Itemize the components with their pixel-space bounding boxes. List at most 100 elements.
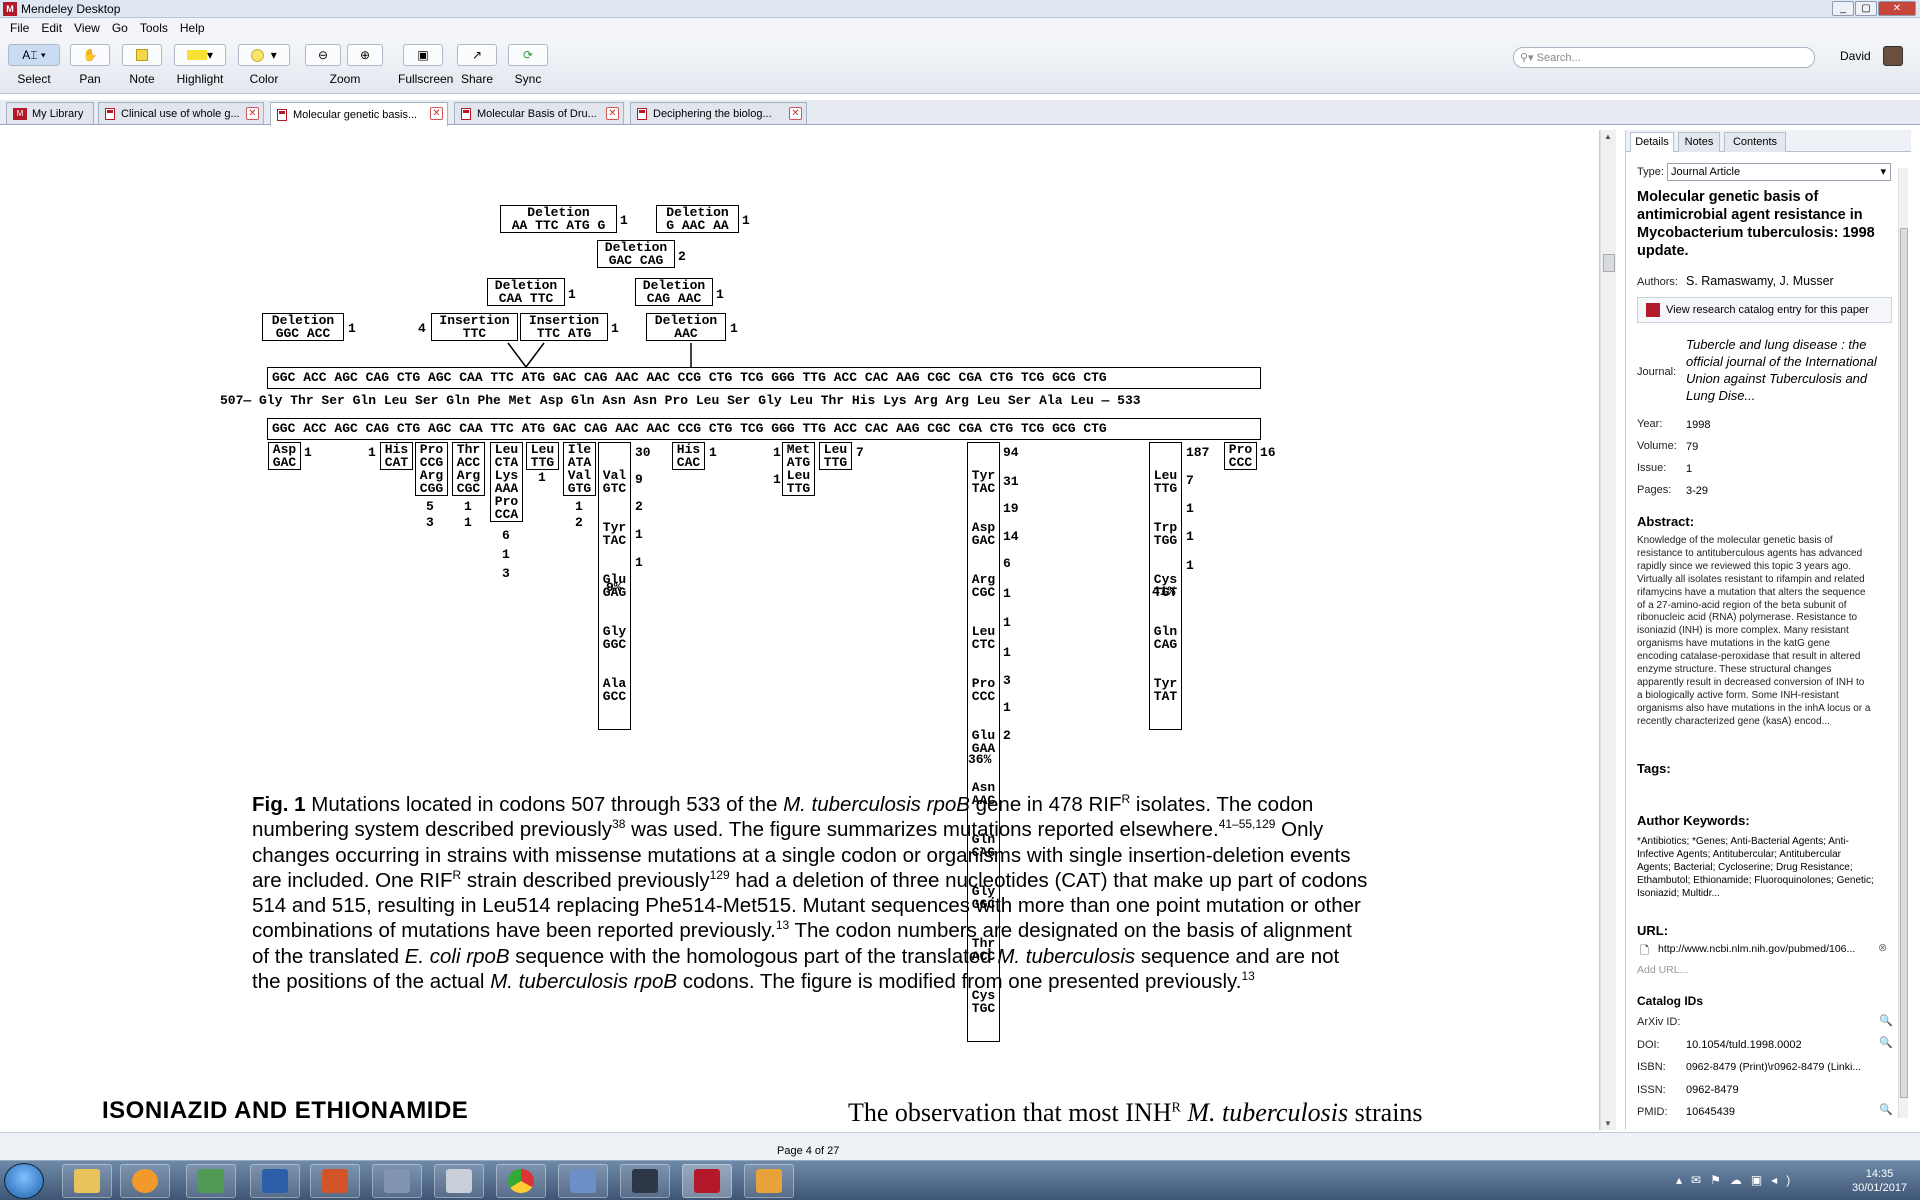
- mutation-box: Leu CTA Lys AAA Pro CCA: [490, 442, 523, 522]
- count-label: 187: [1186, 445, 1210, 460]
- tab-molecular-basis[interactable]: Molecular Basis of Dru... ✕: [454, 102, 624, 124]
- close-window-button[interactable]: ✕: [1878, 1, 1916, 16]
- keywords-text[interactable]: *Antibiotics; *Genes; Anti-Bacterial Age…: [1637, 835, 1877, 900]
- zoom-in-icon[interactable]: ⊕: [347, 44, 383, 66]
- search-input[interactable]: ⚲▾ Search...: [1513, 47, 1815, 68]
- count-label: 7: [1186, 473, 1194, 488]
- app-taskbar-icon[interactable]: [434, 1164, 484, 1198]
- authors-label: Authors:: [1637, 276, 1678, 288]
- close-tab-icon[interactable]: ✕: [430, 107, 443, 120]
- menu-go[interactable]: Go: [106, 21, 134, 35]
- type-select[interactable]: Journal Article: [1667, 163, 1891, 181]
- clock[interactable]: 14:35 30/01/2017: [1852, 1167, 1907, 1195]
- system-tray-icons[interactable]: ▴✉⚑☁▣◂): [1676, 1173, 1799, 1187]
- menu-help[interactable]: Help: [174, 21, 211, 35]
- lookup-pmid-icon[interactable]: 🔍: [1879, 1103, 1893, 1116]
- count-label: 1: [635, 527, 643, 542]
- title-bar: M Mendeley Desktop _ ▢ ✕: [0, 0, 1920, 18]
- close-tab-icon[interactable]: ✕: [246, 107, 259, 120]
- authors-value[interactable]: S. Ramaswamy, J. Musser: [1686, 274, 1834, 288]
- issue-value[interactable]: 1: [1686, 463, 1692, 475]
- mutation-box: His CAC: [672, 442, 705, 470]
- body-text-start: The observation that most INHR M. tuberc…: [848, 1098, 1423, 1127]
- zoom-out-icon[interactable]: ⊖: [305, 44, 341, 66]
- mendeley-taskbar-icon[interactable]: [682, 1164, 732, 1198]
- pages-value[interactable]: 3-29: [1686, 485, 1708, 497]
- fullscreen-tool[interactable]: ▣ Fullscreen: [398, 44, 453, 86]
- arxiv-label: ArXiv ID:: [1637, 1016, 1681, 1028]
- journal-value[interactable]: Tubercle and lung disease : the official…: [1686, 336, 1881, 404]
- tab-my-library[interactable]: M My Library: [6, 102, 94, 124]
- window-title: Mendeley Desktop: [21, 1, 121, 16]
- app-taskbar-icon[interactable]: [620, 1164, 670, 1198]
- app-taskbar-icon[interactable]: [186, 1164, 236, 1198]
- doi-value[interactable]: 10.1054/tuld.1998.0002: [1686, 1039, 1802, 1051]
- lookup-arxiv-icon[interactable]: 🔍: [1879, 1014, 1893, 1027]
- year-value[interactable]: 1998: [1686, 419, 1710, 431]
- tab-clinical-use[interactable]: Clinical use of whole g... ✕: [98, 102, 264, 124]
- tab-notes[interactable]: Notes: [1678, 132, 1720, 152]
- document-title[interactable]: Molecular genetic basis of antimicrobial…: [1637, 188, 1887, 260]
- highlight-tool[interactable]: ▾ Highlight: [174, 44, 226, 86]
- close-tab-icon[interactable]: ✕: [606, 107, 619, 120]
- explorer-taskbar-icon[interactable]: [62, 1164, 112, 1198]
- abstract-text[interactable]: Knowledge of the molecular genetic basis…: [1637, 535, 1872, 729]
- count-label: 1: [575, 499, 583, 514]
- fullscreen-icon: ▣: [403, 44, 443, 66]
- powerpoint-taskbar-icon[interactable]: [310, 1164, 360, 1198]
- word-taskbar-icon[interactable]: [250, 1164, 300, 1198]
- tab-deciphering[interactable]: Deciphering the biolog... ✕: [630, 102, 807, 124]
- share-tool[interactable]: ↗ Share: [457, 44, 497, 86]
- url-link[interactable]: http://www.ncbi.nlm.nih.gov/pubmed/106..…: [1658, 943, 1855, 955]
- start-button[interactable]: [4, 1163, 44, 1199]
- media-player-taskbar-icon[interactable]: [120, 1164, 170, 1198]
- app-taskbar-icon[interactable]: [558, 1164, 608, 1198]
- minimize-button[interactable]: _: [1832, 1, 1854, 16]
- select-tool[interactable]: A⌶ ▾ Select: [8, 44, 60, 86]
- pan-tool[interactable]: ✋ Pan: [70, 44, 110, 86]
- highlight-label: Highlight: [176, 72, 224, 86]
- menu-view[interactable]: View: [68, 21, 106, 35]
- percent-label: 9%: [606, 580, 622, 595]
- color-tool[interactable]: ▾ Color: [238, 44, 290, 86]
- scroll-down-icon[interactable]: ▼: [1604, 1119, 1612, 1128]
- remove-url-icon[interactable]: ⊗: [1878, 941, 1887, 954]
- document-scrollbar[interactable]: ▲ ▼: [1600, 130, 1616, 1130]
- close-tab-icon[interactable]: ✕: [789, 107, 802, 120]
- menu-edit[interactable]: Edit: [35, 21, 68, 35]
- pdf-viewer[interactable]: Deletion AA TTC ATG G 1 Deletion G AAC AA …: [0, 130, 1600, 1130]
- lookup-doi-icon[interactable]: 🔍: [1879, 1036, 1893, 1049]
- mutation-box: Pro CCG Arg CGG: [415, 442, 448, 496]
- menu-file[interactable]: File: [4, 21, 35, 35]
- sticky-note-icon: [122, 44, 162, 66]
- chrome-taskbar-icon[interactable]: [496, 1164, 546, 1198]
- tab-molecular-genetic[interactable]: Molecular genetic basis... ✕: [270, 102, 448, 126]
- scrollbar-thumb[interactable]: [1603, 254, 1615, 272]
- add-url-button[interactable]: Add URL...: [1637, 964, 1688, 976]
- tab-details[interactable]: Details: [1630, 132, 1674, 152]
- details-scrollbar[interactable]: [1898, 168, 1908, 1118]
- user-name[interactable]: David: [1840, 49, 1871, 63]
- note-tool[interactable]: Note: [122, 44, 162, 86]
- count-label: 30: [635, 445, 651, 460]
- issn-value[interactable]: 0962-8479: [1686, 1084, 1739, 1096]
- app-taskbar-icon[interactable]: [372, 1164, 422, 1198]
- count-label: 1: [1003, 586, 1011, 601]
- count-label: 1: [1186, 529, 1194, 544]
- count-label: 1: [773, 445, 781, 460]
- volume-value[interactable]: 79: [1686, 441, 1698, 453]
- menu-tools[interactable]: Tools: [134, 21, 174, 35]
- outlook-taskbar-icon[interactable]: [744, 1164, 794, 1198]
- count-label: 31: [1003, 474, 1019, 489]
- sync-tool[interactable]: ⟳ Sync: [508, 44, 548, 86]
- isbn-value[interactable]: 0962-8479 (Print)\r0962-8479 (Linki...: [1686, 1061, 1861, 1073]
- view-catalog-button[interactable]: View research catalog entry for this pap…: [1637, 297, 1892, 323]
- mendeley-logo-icon: M: [3, 1, 17, 16]
- scrollbar-thumb[interactable]: [1900, 228, 1908, 1098]
- pmid-value[interactable]: 10645439: [1686, 1106, 1735, 1118]
- maximize-button[interactable]: ▢: [1855, 1, 1877, 16]
- tab-contents[interactable]: Contents: [1724, 132, 1786, 152]
- scroll-up-icon[interactable]: ▲: [1604, 132, 1612, 141]
- count-label: 1: [709, 445, 717, 460]
- avatar[interactable]: [1883, 46, 1903, 66]
